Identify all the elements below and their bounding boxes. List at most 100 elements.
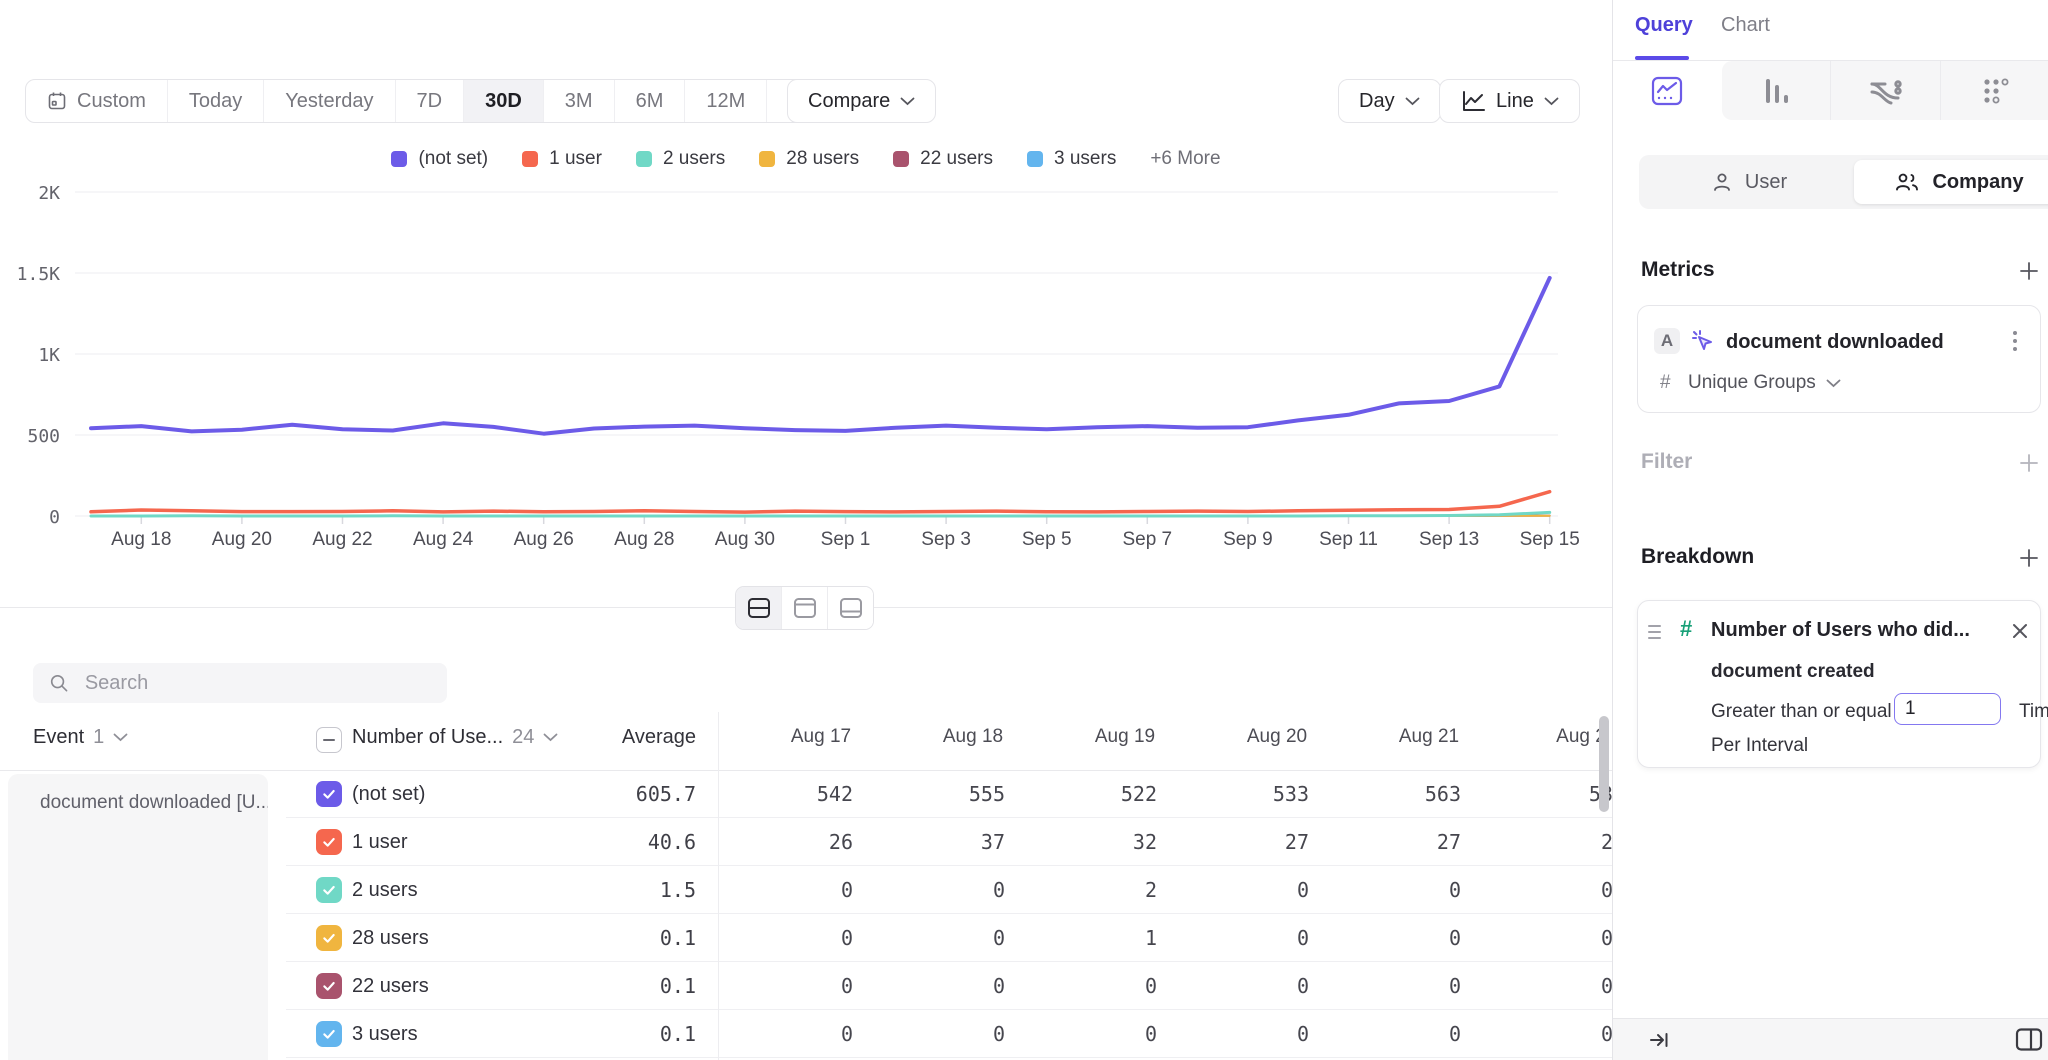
cell-value: 0 xyxy=(1505,866,1612,914)
chart-type-flow-button[interactable] xyxy=(1830,61,1940,120)
date-column-header: Aug 21 xyxy=(1353,726,1505,748)
add-metric-button[interactable] xyxy=(2016,258,2042,284)
svg-text:1K: 1K xyxy=(38,345,60,366)
date-column-header: Aug 19 xyxy=(1049,726,1201,748)
query-panel: Query Chart User Compa xyxy=(1612,0,2048,1060)
aggregation-dropdown[interactable]: Unique Groups xyxy=(1688,372,1841,394)
row-values: 0 0 0 0 0 0 xyxy=(745,1010,1612,1058)
plus-icon xyxy=(2017,451,2041,475)
chart-type-label: Line xyxy=(1496,90,1534,113)
range-3m-button[interactable]: 3M xyxy=(543,80,614,122)
legend-more-button[interactable]: +6 More xyxy=(1150,148,1220,170)
close-icon[interactable] xyxy=(2010,621,2030,641)
series-column-header[interactable]: Number of Use... 24 xyxy=(352,726,558,749)
range-30d-button[interactable]: 30D xyxy=(463,80,543,122)
check-icon xyxy=(321,834,337,850)
svg-text:Sep 5: Sep 5 xyxy=(1022,529,1072,550)
table-row: (not set) 605.7 542 555 522 533 563 53 xyxy=(0,770,1612,818)
chart-type-dropdown[interactable]: Line xyxy=(1439,79,1580,123)
range-label: 6M xyxy=(636,90,664,113)
chart-type-scatter-button[interactable] xyxy=(1940,61,2048,120)
breakdown-condition[interactable]: Greater than or equal to xyxy=(1711,701,1913,723)
event-count: 1 xyxy=(93,726,104,749)
legend-item[interactable]: 3 users xyxy=(1027,148,1116,170)
legend-swatch xyxy=(522,151,538,167)
range-label: Today xyxy=(189,90,242,113)
row-checkbox[interactable] xyxy=(316,829,342,855)
row-values: 542 555 522 533 563 53 xyxy=(745,770,1612,818)
range-6m-button[interactable]: 6M xyxy=(614,80,685,122)
legend-label: (not set) xyxy=(418,148,488,170)
segment-company[interactable]: Company xyxy=(1854,160,2048,204)
compare-button[interactable]: Compare xyxy=(787,79,936,123)
event-column-header[interactable]: Event 1 xyxy=(33,726,128,749)
svg-text:Sep 11: Sep 11 xyxy=(1319,529,1378,550)
cell-value: 533 xyxy=(1201,770,1353,818)
search-icon xyxy=(49,672,69,694)
collapse-panel-icon[interactable] xyxy=(1647,1028,1671,1052)
cell-value: 555 xyxy=(897,770,1049,818)
cell-value: 542 xyxy=(745,770,897,818)
chart-type-bar-button[interactable] xyxy=(1722,61,1831,120)
layout-table-only-button[interactable] xyxy=(827,587,873,629)
series-label: 22 users xyxy=(352,962,429,1010)
chart-type-line-button[interactable] xyxy=(1613,61,1722,120)
drag-handle-icon[interactable] xyxy=(1648,625,1661,639)
range-custom-button[interactable]: Custom xyxy=(26,80,167,122)
segment-user[interactable]: User xyxy=(1644,160,1854,204)
row-values: 26 37 32 27 27 2 xyxy=(745,818,1612,866)
side-panel-icon[interactable] xyxy=(2015,1027,2043,1052)
legend-item[interactable]: (not set) xyxy=(391,148,488,170)
row-checkbox[interactable] xyxy=(316,877,342,903)
search-input[interactable] xyxy=(83,671,431,696)
svg-text:Aug 30: Aug 30 xyxy=(715,529,775,550)
tab-query[interactable]: Query xyxy=(1635,14,1693,37)
layout-split-button[interactable] xyxy=(736,587,781,629)
granularity-dropdown[interactable]: Day xyxy=(1338,79,1441,123)
range-yesterday-button[interactable]: Yesterday xyxy=(263,80,394,122)
cell-value: 0 xyxy=(897,914,1049,962)
row-checkbox[interactable] xyxy=(316,973,342,999)
breakdown-title[interactable]: Number of Users who did... xyxy=(1711,619,1970,642)
line-chart-icon xyxy=(1650,75,1684,107)
legend-item[interactable]: 22 users xyxy=(893,148,993,170)
chart-legend: (not set) 1 user 2 users 28 users 22 use… xyxy=(0,148,1612,170)
table-row: 28 users 0.1 0 0 1 0 0 0 xyxy=(0,914,1612,962)
analytics-app: Custom Today Yesterday 7D 30D 3M 6M 12M … xyxy=(0,0,2048,1060)
cell-value: 0 xyxy=(1201,962,1353,1010)
metric-menu-button[interactable] xyxy=(2006,328,2024,354)
cell-value: 0 xyxy=(897,866,1049,914)
legend-item[interactable]: 28 users xyxy=(759,148,859,170)
row-checkbox[interactable] xyxy=(316,781,342,807)
range-today-button[interactable]: Today xyxy=(167,80,263,122)
range-7d-button[interactable]: 7D xyxy=(395,80,464,122)
range-12m-button[interactable]: 12M xyxy=(684,80,766,122)
compare-label: Compare xyxy=(808,90,890,113)
row-checkbox[interactable] xyxy=(316,925,342,951)
entity-segmented-control: User Company xyxy=(1639,155,2048,209)
row-checkbox[interactable] xyxy=(316,1021,342,1047)
breakdown-value-input[interactable] xyxy=(1894,693,2001,725)
svg-text:500: 500 xyxy=(27,426,60,447)
granularity-label: Day xyxy=(1359,90,1395,113)
cell-value: 0 xyxy=(745,866,897,914)
svg-text:Sep 13: Sep 13 xyxy=(1419,529,1479,550)
select-all-checkbox[interactable] xyxy=(316,727,342,753)
add-filter-button[interactable] xyxy=(2016,450,2042,476)
breakdown-event[interactable]: document created xyxy=(1711,661,1875,683)
legend-item[interactable]: 1 user xyxy=(522,148,602,170)
cell-value: 0 xyxy=(897,962,1049,1010)
breakdown-per-interval[interactable]: Per Interval xyxy=(1711,735,1808,757)
cell-value: 0 xyxy=(1049,1010,1201,1058)
vertical-scrollbar[interactable] xyxy=(1599,716,1609,812)
add-breakdown-button[interactable] xyxy=(2016,545,2042,571)
bottom-pane-icon xyxy=(839,597,863,619)
cell-value: 26 xyxy=(745,818,897,866)
cell-value: 1 xyxy=(1049,914,1201,962)
chevron-down-icon xyxy=(1544,97,1559,106)
layout-chart-only-button[interactable] xyxy=(781,587,827,629)
metric-name[interactable]: document downloaded xyxy=(1726,331,1944,354)
plus-icon xyxy=(2017,546,2041,570)
legend-item[interactable]: 2 users xyxy=(636,148,725,170)
tab-chart[interactable]: Chart xyxy=(1721,14,1770,37)
